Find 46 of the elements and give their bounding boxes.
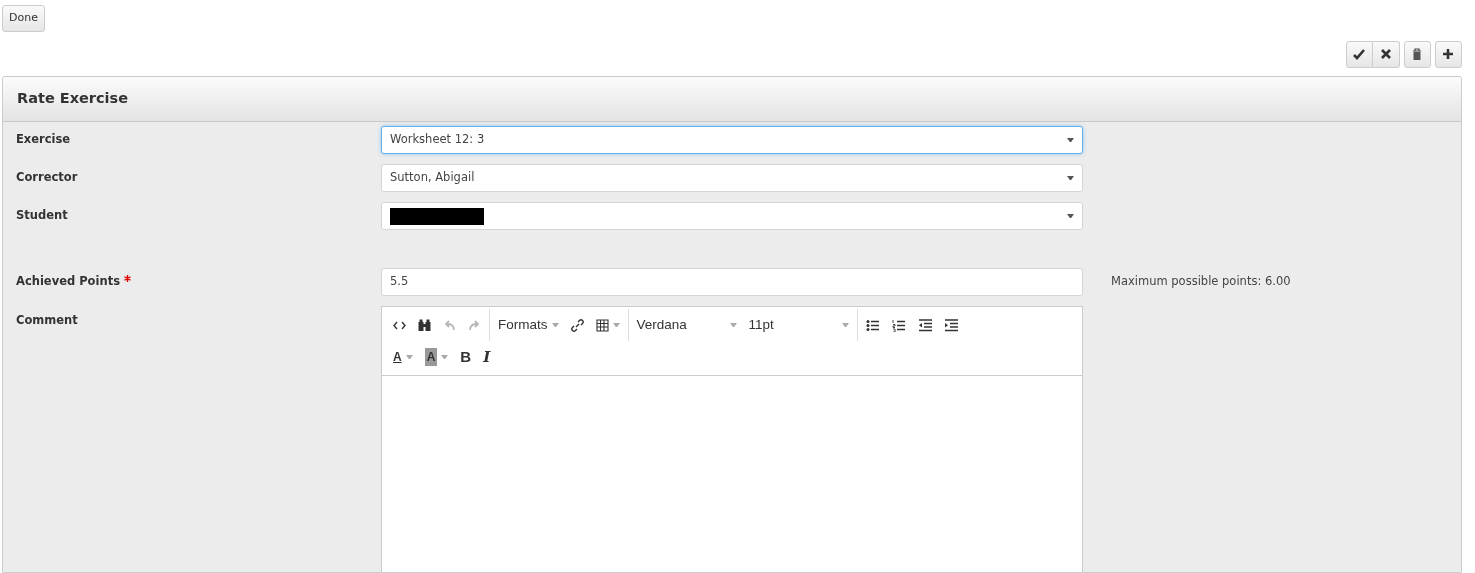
caret-icon <box>729 322 737 328</box>
link-icon <box>570 318 584 332</box>
formats-dropdown[interactable]: Formats <box>492 310 565 340</box>
numbered-list-icon <box>891 318 906 332</box>
plus-icon <box>1442 48 1455 61</box>
caret-icon <box>841 322 849 328</box>
trash-icon <box>1411 48 1424 61</box>
plus-button[interactable] <box>1435 41 1462 68</box>
caret-icon <box>441 354 449 360</box>
done-button[interactable]: Done <box>2 5 45 32</box>
check-button[interactable] <box>1346 41 1373 68</box>
background-color-button[interactable]: A <box>418 344 455 370</box>
rich-text-editor[interactable]: Formats Verdana 11pt A A B I <box>381 306 1083 572</box>
bold-button[interactable]: B <box>454 341 478 373</box>
field-label: Corrector <box>15 169 79 187</box>
caret-icon <box>1067 137 1074 143</box>
field-label: Student <box>15 207 69 225</box>
caret-icon <box>551 322 559 328</box>
field-label: Achieved Points <box>16 274 120 289</box>
indent-icon <box>943 318 958 332</box>
select-field[interactable] <box>381 202 1083 230</box>
redo-icon <box>468 318 481 332</box>
close-button[interactable] <box>1373 41 1400 68</box>
select-field[interactable]: Worksheet 12: 3 <box>381 126 1083 154</box>
close-icon <box>1379 48 1393 61</box>
max-points-note: Maximum possible points: 6.00 <box>1110 273 1292 291</box>
caret-icon <box>405 354 413 360</box>
italic-button[interactable]: I <box>477 341 497 373</box>
bullet-list-icon <box>865 318 880 332</box>
table-icon <box>595 318 609 332</box>
binoculars-icon <box>418 318 431 332</box>
font-dropdown[interactable]: Verdana <box>630 310 743 340</box>
caret-icon <box>1067 175 1074 181</box>
select-field[interactable]: Sutton, Abigail <box>381 164 1083 192</box>
caret-icon <box>612 322 620 328</box>
font-dropdown[interactable]: 11pt <box>742 310 855 340</box>
field-label: Exercise <box>15 131 72 149</box>
trash-button[interactable] <box>1404 41 1431 68</box>
field-label: Comment <box>15 312 79 329</box>
caret-icon <box>1067 213 1074 219</box>
check-icon <box>1353 48 1366 61</box>
panel-title: Rate Exercise <box>17 89 129 109</box>
input-field[interactable]: 5.5 <box>381 268 1083 296</box>
outdent-icon <box>917 318 932 332</box>
text-color-button[interactable]: A <box>387 344 419 370</box>
undo-icon <box>443 318 456 332</box>
